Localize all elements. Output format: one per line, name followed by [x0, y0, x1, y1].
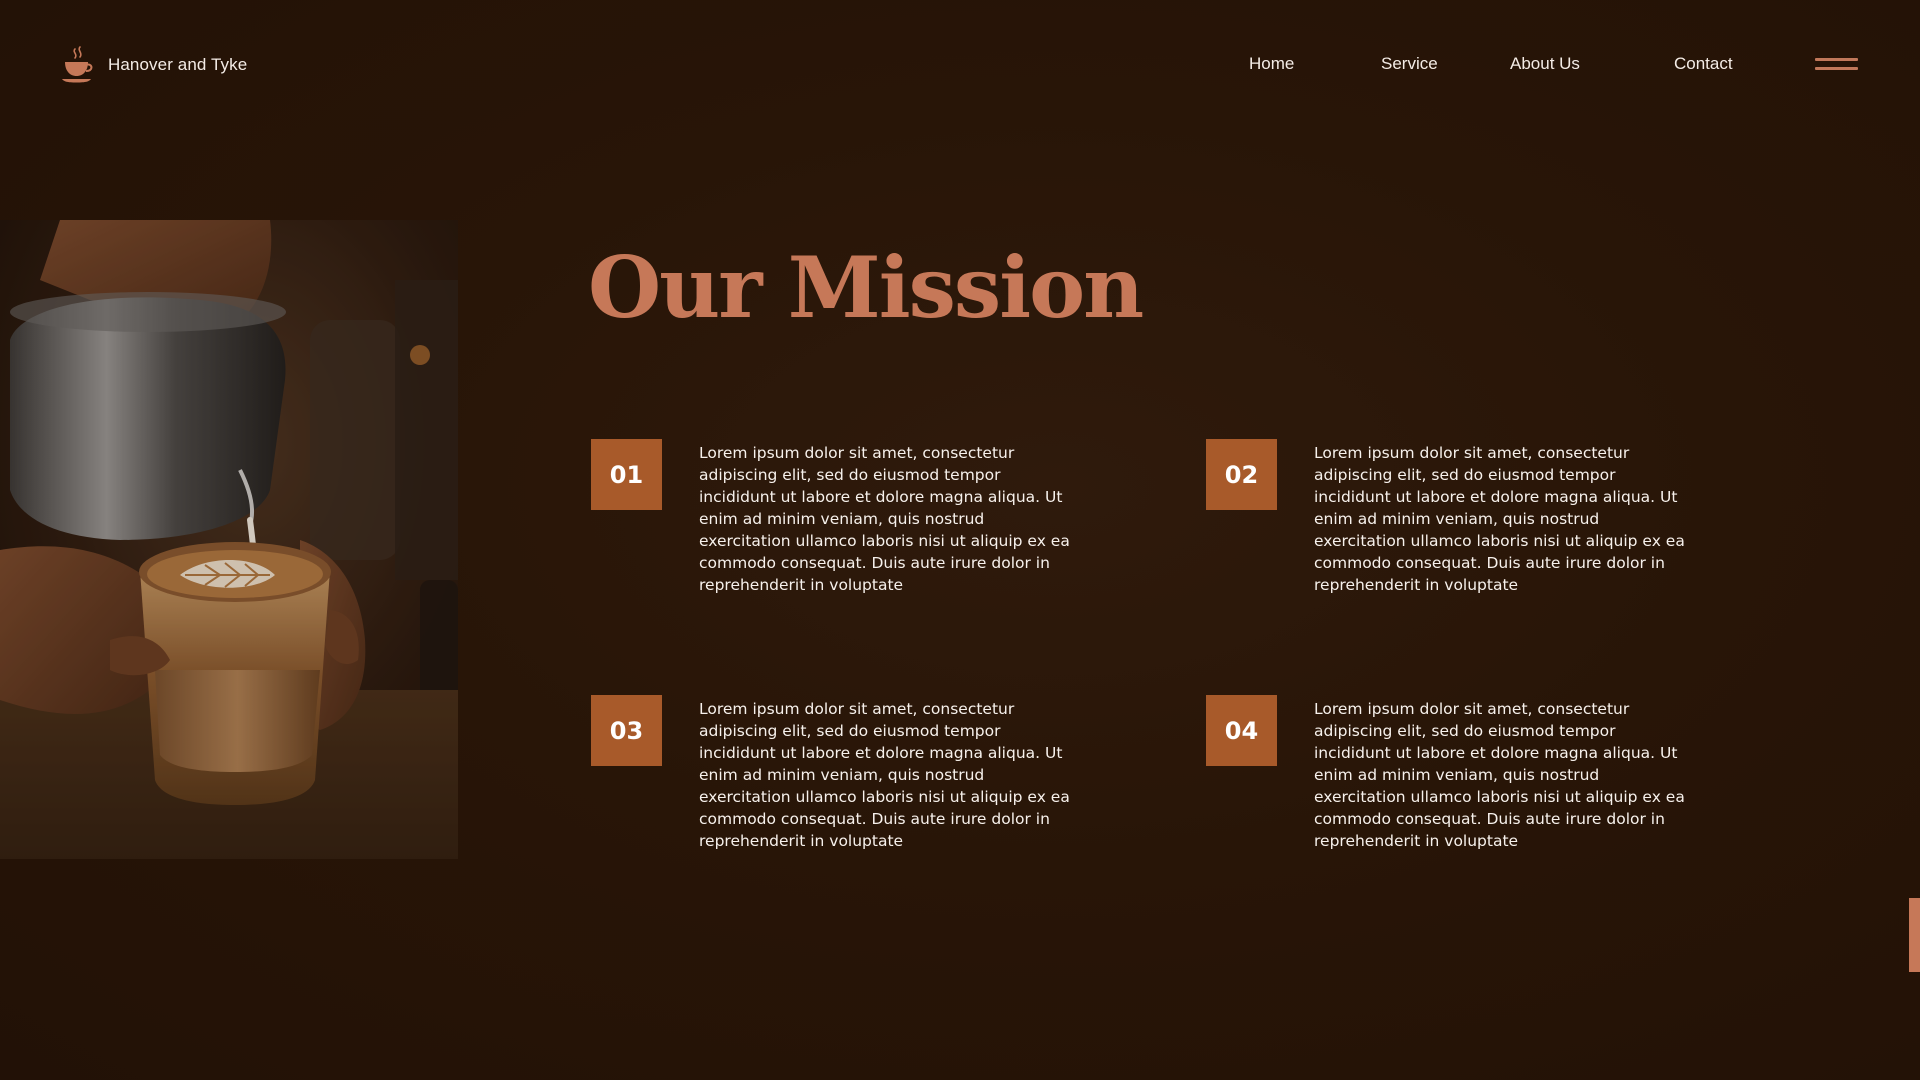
item-description: Lorem ipsum dolor sit amet, consectetur …	[699, 700, 1070, 850]
menu-bar	[1815, 67, 1858, 70]
item-number-badge: 04	[1206, 695, 1277, 766]
brand[interactable]: Hanover and Tyke	[62, 40, 247, 90]
mission-item: 03 Lorem ipsum dolor sit amet, consectet…	[591, 695, 1079, 852]
nav-link-about-us[interactable]: About Us	[1510, 54, 1580, 74]
coffee-cup-icon	[62, 46, 93, 83]
nav-link-home[interactable]: Home	[1249, 54, 1294, 74]
mission-item: 01 Lorem ipsum dolor sit amet, consectet…	[591, 439, 1079, 596]
latte-art-pour-photo	[0, 220, 458, 859]
section-title: Our Mission	[588, 238, 1144, 337]
item-number-badge: 03	[591, 695, 662, 766]
mission-item: 04 Lorem ipsum dolor sit amet, consectet…	[1206, 695, 1694, 852]
item-description: Lorem ipsum dolor sit amet, consectetur …	[699, 444, 1070, 594]
item-description: Lorem ipsum dolor sit amet, consectetur …	[1314, 700, 1685, 850]
item-description: Lorem ipsum dolor sit amet, consectetur …	[1314, 444, 1685, 594]
nav-link-service[interactable]: Service	[1381, 54, 1438, 74]
item-number-badge: 01	[591, 439, 662, 510]
brand-name: Hanover and Tyke	[108, 55, 248, 74]
mission-item: 02 Lorem ipsum dolor sit amet, consectet…	[1206, 439, 1694, 596]
nav-link-contact[interactable]: Contact	[1674, 54, 1733, 74]
side-scroll-tab[interactable]	[1909, 898, 1920, 972]
hamburger-menu-icon[interactable]	[1815, 55, 1858, 75]
item-number-badge: 02	[1206, 439, 1277, 510]
menu-bar	[1815, 58, 1858, 61]
